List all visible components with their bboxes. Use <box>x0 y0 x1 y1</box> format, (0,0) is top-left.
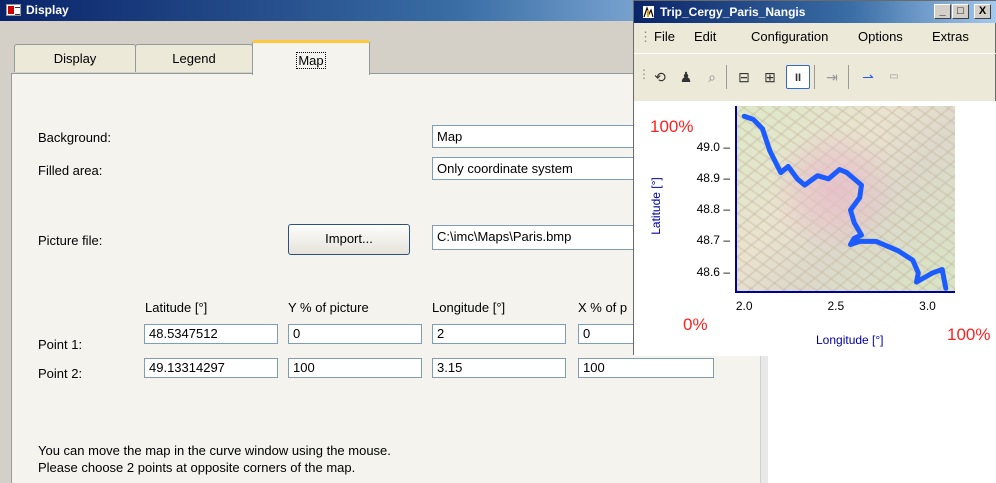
close-button[interactable]: X <box>974 4 991 19</box>
point1-latitude-field[interactable]: 48.5347512 <box>144 324 278 344</box>
background-select[interactable]: Map <box>432 125 642 148</box>
tab-legend-label: Legend <box>172 51 216 66</box>
filled-area-label: Filled area: <box>38 163 103 178</box>
zoom-icon[interactable]: ⌕ <box>700 65 724 89</box>
curve-plot-area[interactable]: 100% 0% 100% 49.0 – 48.9 – 48.8 – 48.7 – 48.… <box>634 101 996 356</box>
toolbar-separator <box>848 65 849 89</box>
menu-options[interactable]: Options <box>858 23 903 51</box>
x-tick-label: 2.5 <box>827 299 845 313</box>
filled-area-select[interactable]: Only coordinate system <box>432 157 642 180</box>
point2-label: Point 2: <box>38 366 83 381</box>
y-axis-label: Latitude [°] <box>649 177 663 235</box>
point1-y-percent-field[interactable]: 0 <box>288 324 422 344</box>
point1-x-percent-field[interactable]: 0 <box>578 324 638 344</box>
display-window-icon <box>6 4 21 16</box>
maximize-button[interactable]: □ <box>952 4 969 19</box>
point1-longitude-field[interactable]: 2 <box>432 324 566 344</box>
measure-icon[interactable]: ⇀ <box>856 65 880 89</box>
maximize-glyph: □ <box>957 5 964 17</box>
point2-latitude-field[interactable]: 49.13314297 <box>144 358 278 378</box>
y-tick-label: 48.6 – <box>696 264 730 279</box>
label-0-percent: 0% <box>683 315 708 334</box>
persons-icon[interactable]: ♟ <box>674 65 698 89</box>
import-button[interactable]: Import... <box>288 224 410 255</box>
menu-extras[interactable]: Extras <box>932 23 969 51</box>
picture-file-field[interactable]: C:\imc\Maps\Paris.bmp <box>432 225 642 250</box>
toolbar-separator <box>726 65 727 89</box>
close-glyph: X <box>978 5 987 17</box>
minimize-button[interactable]: _ <box>934 4 951 19</box>
grid-icon[interactable]: ▭ <box>882 65 906 89</box>
x-percent-header: X % of p <box>578 300 628 315</box>
label-100-percent-right: 100% <box>947 325 991 344</box>
menu-file[interactable]: File <box>654 23 675 51</box>
y-tick-label: 48.7 – <box>696 233 730 248</box>
curve-window-title: Trip_Cergy_Paris_Nangis <box>660 5 806 19</box>
curve-window: Trip_Cergy_Paris_Nangis _ □ X ⋮ File Edi… <box>633 0 996 356</box>
menu-configuration[interactable]: Configuration <box>751 23 828 51</box>
point2-longitude-field[interactable]: 3.15 <box>432 358 566 378</box>
paste-curve-icon[interactable]: ⊞ <box>758 65 782 89</box>
y-percent-header: Y % of picture <box>288 300 369 315</box>
toolbar-separator <box>814 65 815 89</box>
y-tick-label: 48.8 – <box>696 202 730 217</box>
cursor-icon[interactable]: ⇥ <box>820 65 844 89</box>
pause-icon[interactable]: II <box>786 65 810 89</box>
x-tick-label: 3.0 <box>919 299 936 313</box>
hint-line-2: Please choose 2 points at opposite corne… <box>38 460 356 475</box>
point1-label: Point 1: <box>38 337 83 352</box>
tab-display-label: Display <box>53 51 97 66</box>
label-100-percent-left: 100% <box>650 117 694 136</box>
x-tick-label: 2.0 <box>735 299 753 313</box>
route-plot <box>741 113 949 291</box>
menu-bar: ⋮ File Edit Configuration Options Extras <box>634 23 996 51</box>
route-line <box>741 113 949 291</box>
reset-zoom-icon[interactable]: ⟲ <box>648 65 672 89</box>
dialog-title: Display <box>26 3 69 17</box>
tab-display[interactable]: Display <box>14 44 136 72</box>
tab-map[interactable]: Map <box>252 40 370 75</box>
background-label: Background: <box>38 130 111 145</box>
y-tick-label: 48.9 – <box>696 170 730 185</box>
picture-file-label: Picture file: <box>38 233 103 248</box>
latitude-header: Latitude [°] <box>145 300 208 315</box>
copy-curve-icon[interactable]: ⊟ <box>732 65 756 89</box>
tab-map-label: Map <box>296 52 326 69</box>
minimize-glyph: _ <box>939 5 946 17</box>
x-axis-label: Longitude [°] <box>816 333 884 347</box>
hint-line-1: You can move the map in the curve window… <box>38 443 391 458</box>
point2-y-percent-field[interactable]: 100 <box>288 358 422 378</box>
toolbar: ⋮ ⟲ ♟ ⌕ ⊟ ⊞ II ⇥ ⇀ ▭ <box>634 53 996 101</box>
right-pane <box>768 355 996 483</box>
curve-window-icon <box>643 6 654 18</box>
menu-edit[interactable]: Edit <box>694 23 716 51</box>
menubar-grip: ⋮ <box>639 29 652 44</box>
y-tick-label: 49.0 – <box>696 139 730 154</box>
longitude-header: Longitude [°] <box>432 300 506 315</box>
tab-legend[interactable]: Legend <box>135 44 253 72</box>
point2-x-percent-field[interactable]: 100 <box>578 358 714 378</box>
